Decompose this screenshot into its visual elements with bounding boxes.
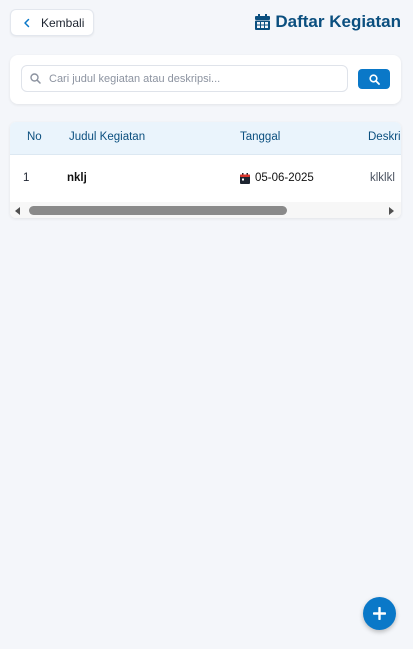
cell-description: klklkl — [370, 172, 395, 184]
column-header-description[interactable]: Deskri — [368, 131, 401, 143]
scrollbar-thumb[interactable] — [29, 206, 287, 215]
page-title: Daftar Kegiatan — [255, 10, 401, 34]
back-button-label: Kembali — [41, 15, 85, 30]
top-bar: Kembali Daftar Kegiatan — [0, 0, 413, 48]
cell-title: nklj — [67, 172, 87, 184]
cell-date: 05-06-2025 — [240, 172, 314, 184]
column-header-no[interactable]: No — [27, 131, 42, 143]
page-title-text: Daftar Kegiatan — [275, 12, 401, 31]
horizontal-scrollbar[interactable] — [10, 202, 401, 218]
search-icon — [30, 73, 41, 84]
chevron-left-icon — [22, 17, 34, 29]
back-button[interactable]: Kembali — [10, 9, 94, 36]
column-header-title[interactable]: Judul Kegiatan — [69, 131, 145, 143]
scroll-left-icon[interactable] — [14, 206, 22, 215]
scroll-right-icon[interactable] — [387, 206, 395, 215]
search-input[interactable] — [47, 71, 331, 86]
calendar-icon — [255, 14, 271, 30]
activity-table: No Judul Kegiatan Tanggal Deskri 1 nklj … — [10, 122, 401, 218]
cell-no: 1 — [23, 172, 30, 184]
table-header: No Judul Kegiatan Tanggal Deskri — [10, 122, 401, 155]
column-header-date[interactable]: Tanggal — [240, 131, 280, 143]
add-activity-button[interactable] — [363, 597, 396, 630]
calendar-small-icon — [240, 172, 250, 184]
search-button[interactable] — [358, 69, 390, 89]
search-card — [10, 55, 401, 104]
plus-icon — [373, 607, 386, 620]
cell-date-text: 05-06-2025 — [255, 172, 314, 184]
table-row[interactable]: 1 nklj 05-06-2025 klklkl — [10, 155, 401, 201]
search-box[interactable] — [21, 65, 348, 92]
search-button-icon — [368, 73, 380, 85]
